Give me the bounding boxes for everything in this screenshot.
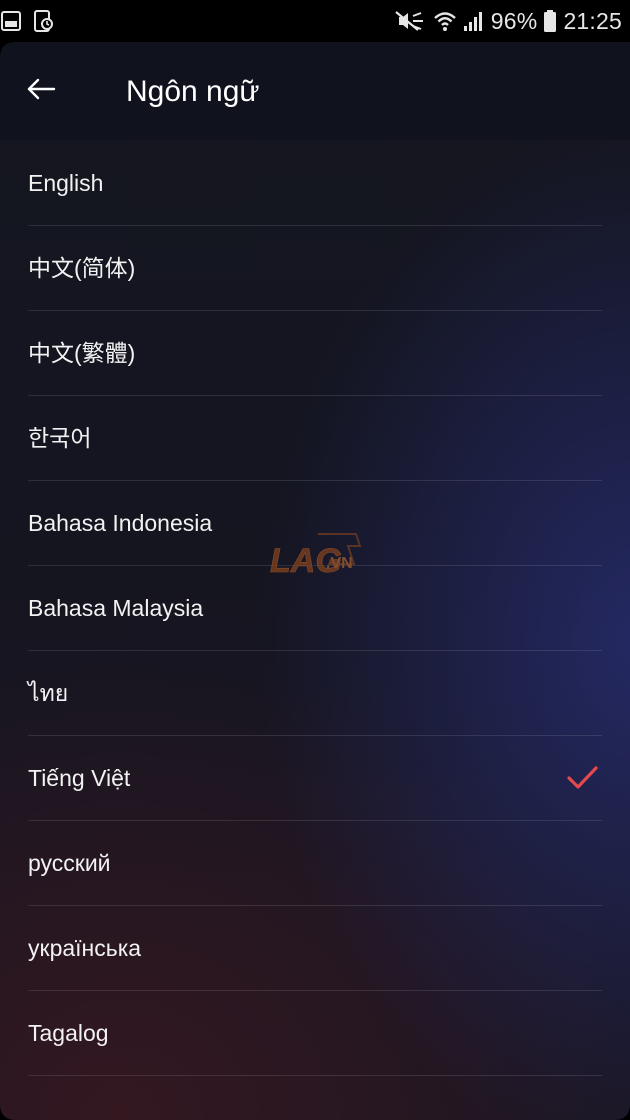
signal-icon xyxy=(463,9,485,33)
language-label: 한국어 xyxy=(28,425,92,451)
gallery-notification-icon xyxy=(0,9,24,33)
language-label: Tagalog xyxy=(28,1020,109,1046)
language-item-thai[interactable]: ไทย xyxy=(28,651,602,736)
lag-vn-watermark-logo: LAG .VN xyxy=(268,528,364,592)
language-label: 中文(繁體) xyxy=(28,340,136,366)
screen-corner xyxy=(614,1104,630,1120)
language-list: English 中文(简体) 中文(繁體) 한국어 Bahasa Indones… xyxy=(0,141,630,1076)
screen-corner xyxy=(0,42,16,58)
status-left-icons xyxy=(0,8,56,34)
clock-time: 21:25 xyxy=(563,7,622,34)
checkmark-icon xyxy=(566,762,598,794)
status-right-icons: 96% 21:25 xyxy=(393,5,622,37)
status-bar: 96% 21:25 xyxy=(0,0,630,42)
mute-icon xyxy=(393,9,427,33)
language-label: українська xyxy=(28,935,142,961)
language-label: русский xyxy=(28,850,111,876)
language-item-chinese-simplified[interactable]: 中文(简体) xyxy=(28,226,602,311)
arrow-left-icon xyxy=(26,77,56,106)
language-label: Bahasa Indonesia xyxy=(28,510,213,536)
language-label: ไทย xyxy=(28,680,69,706)
language-label: Tiếng Việt xyxy=(28,765,131,791)
language-item-korean[interactable]: 한국어 xyxy=(28,396,602,481)
language-item-chinese-traditional[interactable]: 中文(繁體) xyxy=(28,311,602,396)
language-item-english[interactable]: English xyxy=(28,141,602,226)
language-label: 中文(简体) xyxy=(28,255,136,281)
app-bar: Ngôn ngữ xyxy=(0,42,630,140)
screen-corner xyxy=(0,1104,16,1120)
language-item-vietnamese[interactable]: Tiếng Việt xyxy=(28,736,602,821)
battery-percent: 96% xyxy=(490,7,538,34)
screenshot-notification-icon xyxy=(32,9,56,33)
language-item-tagalog[interactable]: Tagalog xyxy=(28,991,602,1076)
svg-text:.VN: .VN xyxy=(326,555,353,572)
page-title: Ngôn ngữ xyxy=(126,75,260,108)
language-settings-screen: 96% 21:25 Ngôn ngữ English 中文(简体) 中文(繁體)… xyxy=(0,0,630,1120)
language-item-russian[interactable]: русский xyxy=(28,821,602,906)
back-button[interactable] xyxy=(18,68,64,114)
language-item-ukrainian[interactable]: українська xyxy=(28,906,602,991)
language-label: English xyxy=(28,170,104,196)
language-label: Bahasa Malaysia xyxy=(28,595,204,621)
battery-icon xyxy=(543,9,557,33)
wifi-icon xyxy=(433,9,457,33)
